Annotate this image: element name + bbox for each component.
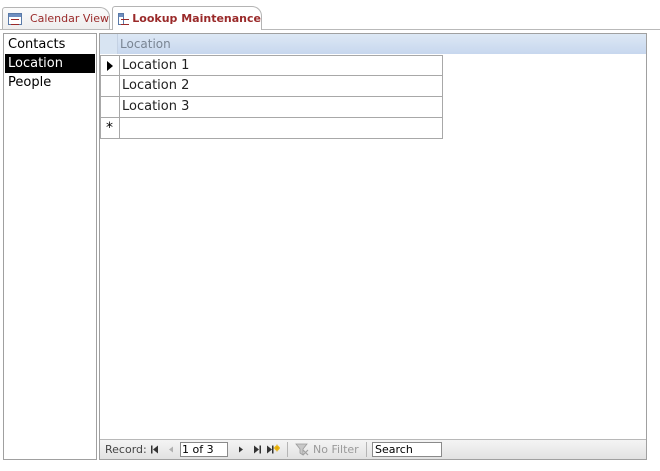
new-record-asterisk-icon: *	[106, 120, 113, 136]
list-item-location[interactable]: Location	[5, 54, 95, 73]
record-selector[interactable]: *	[100, 118, 119, 139]
last-record-button[interactable]	[252, 444, 262, 455]
new-record-icon	[267, 444, 280, 454]
previous-record-button[interactable]	[166, 444, 176, 455]
previous-record-icon	[169, 446, 173, 453]
location-cell[interactable]: Location 1	[119, 55, 443, 76]
list-item-people[interactable]: People	[5, 73, 95, 92]
record-label: Record:	[105, 443, 147, 456]
nav-separator	[366, 442, 367, 457]
current-record-arrow-icon	[107, 61, 113, 71]
table-row: Location 2	[100, 76, 443, 97]
new-record-button[interactable]	[266, 444, 280, 455]
new-record-row: *	[100, 118, 443, 139]
select-all-corner[interactable]	[100, 34, 118, 54]
tab-label: Lookup Maintenance	[132, 12, 261, 25]
nav-separator	[287, 442, 288, 457]
record-selector[interactable]	[100, 97, 119, 118]
record-selector[interactable]	[100, 55, 119, 76]
tab-lookup-maintenance[interactable]: Lookup Maintenance	[112, 6, 262, 30]
lookup-table-list[interactable]: Contacts Location People	[3, 33, 97, 460]
no-filter-button[interactable]: No Filter	[313, 440, 359, 459]
next-record-button[interactable]	[236, 444, 246, 455]
location-cell[interactable]: Location 3	[119, 97, 443, 118]
location-datasheet: Location Location 1 Location 2 Location …	[99, 33, 647, 460]
record-navigation-bar: Record: 1 of 3 No Filter Search	[100, 439, 646, 459]
location-cell[interactable]: Location 2	[119, 76, 443, 97]
form-icon	[118, 12, 130, 25]
document-tab-strip: Calendar View Lookup Maintenance	[0, 0, 660, 30]
tab-label: Calendar View	[29, 12, 109, 25]
table-row: Location 1	[100, 55, 443, 76]
first-record-button[interactable]	[150, 444, 160, 455]
tab-calendar-view[interactable]: Calendar View	[2, 7, 110, 29]
last-record-icon	[254, 445, 261, 454]
record-selector[interactable]	[100, 76, 119, 97]
tab-strip-divider	[0, 29, 660, 30]
current-record-input[interactable]	[180, 442, 228, 457]
form-icon	[8, 12, 22, 25]
list-item-contacts[interactable]: Contacts	[5, 35, 95, 54]
first-record-icon	[151, 445, 158, 454]
table-row: Location 3	[100, 97, 443, 118]
next-record-icon	[239, 446, 243, 453]
search-input[interactable]	[372, 442, 442, 457]
column-header-location[interactable]: Location	[118, 34, 646, 54]
filter-funnel-icon[interactable]	[295, 443, 309, 456]
new-location-cell[interactable]	[119, 118, 443, 139]
access-window: Calendar View Lookup Maintenance Contact…	[0, 0, 660, 471]
